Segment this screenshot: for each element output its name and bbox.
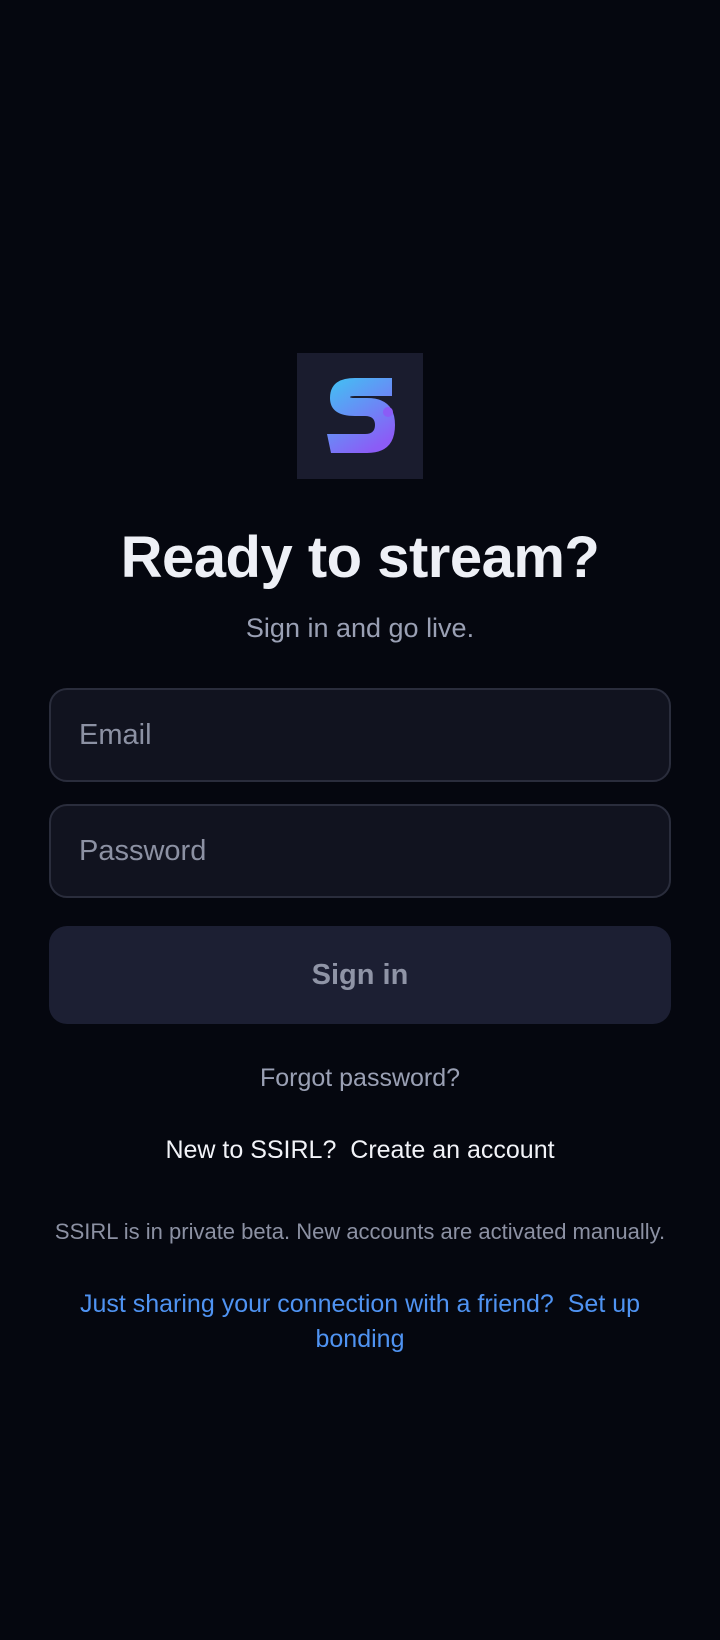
email-input[interactable] — [51, 690, 669, 780]
password-input[interactable] — [51, 806, 669, 896]
ssirl-s-logo-icon — [327, 378, 395, 453]
email-field[interactable] — [49, 688, 671, 782]
private-beta-note: SSIRL is in private beta. New accounts a… — [54, 1219, 666, 1244]
login-screen: Ready to stream? Sign in and go live. Si… — [0, 0, 720, 1640]
bonding-prompt[interactable]: Just sharing your connection with a frie… — [80, 1290, 554, 1318]
sign-in-button[interactable]: Sign in — [49, 926, 671, 1024]
create-account-row: New to SSIRL? Create an account — [0, 1132, 720, 1168]
bonding-row: Just sharing your connection with a frie… — [50, 1287, 670, 1357]
forgot-password-link[interactable]: Forgot password? — [260, 1064, 460, 1092]
page-title: Ready to stream? — [120, 525, 600, 590]
forgot-password-row: Forgot password? — [0, 1060, 720, 1096]
password-field[interactable] — [49, 804, 671, 898]
app-logo — [297, 353, 423, 479]
page-subtitle: Sign in and go live. — [245, 613, 475, 643]
new-account-prompt: New to SSIRL? — [165, 1136, 337, 1164]
create-account-link[interactable]: Create an account — [350, 1136, 554, 1164]
